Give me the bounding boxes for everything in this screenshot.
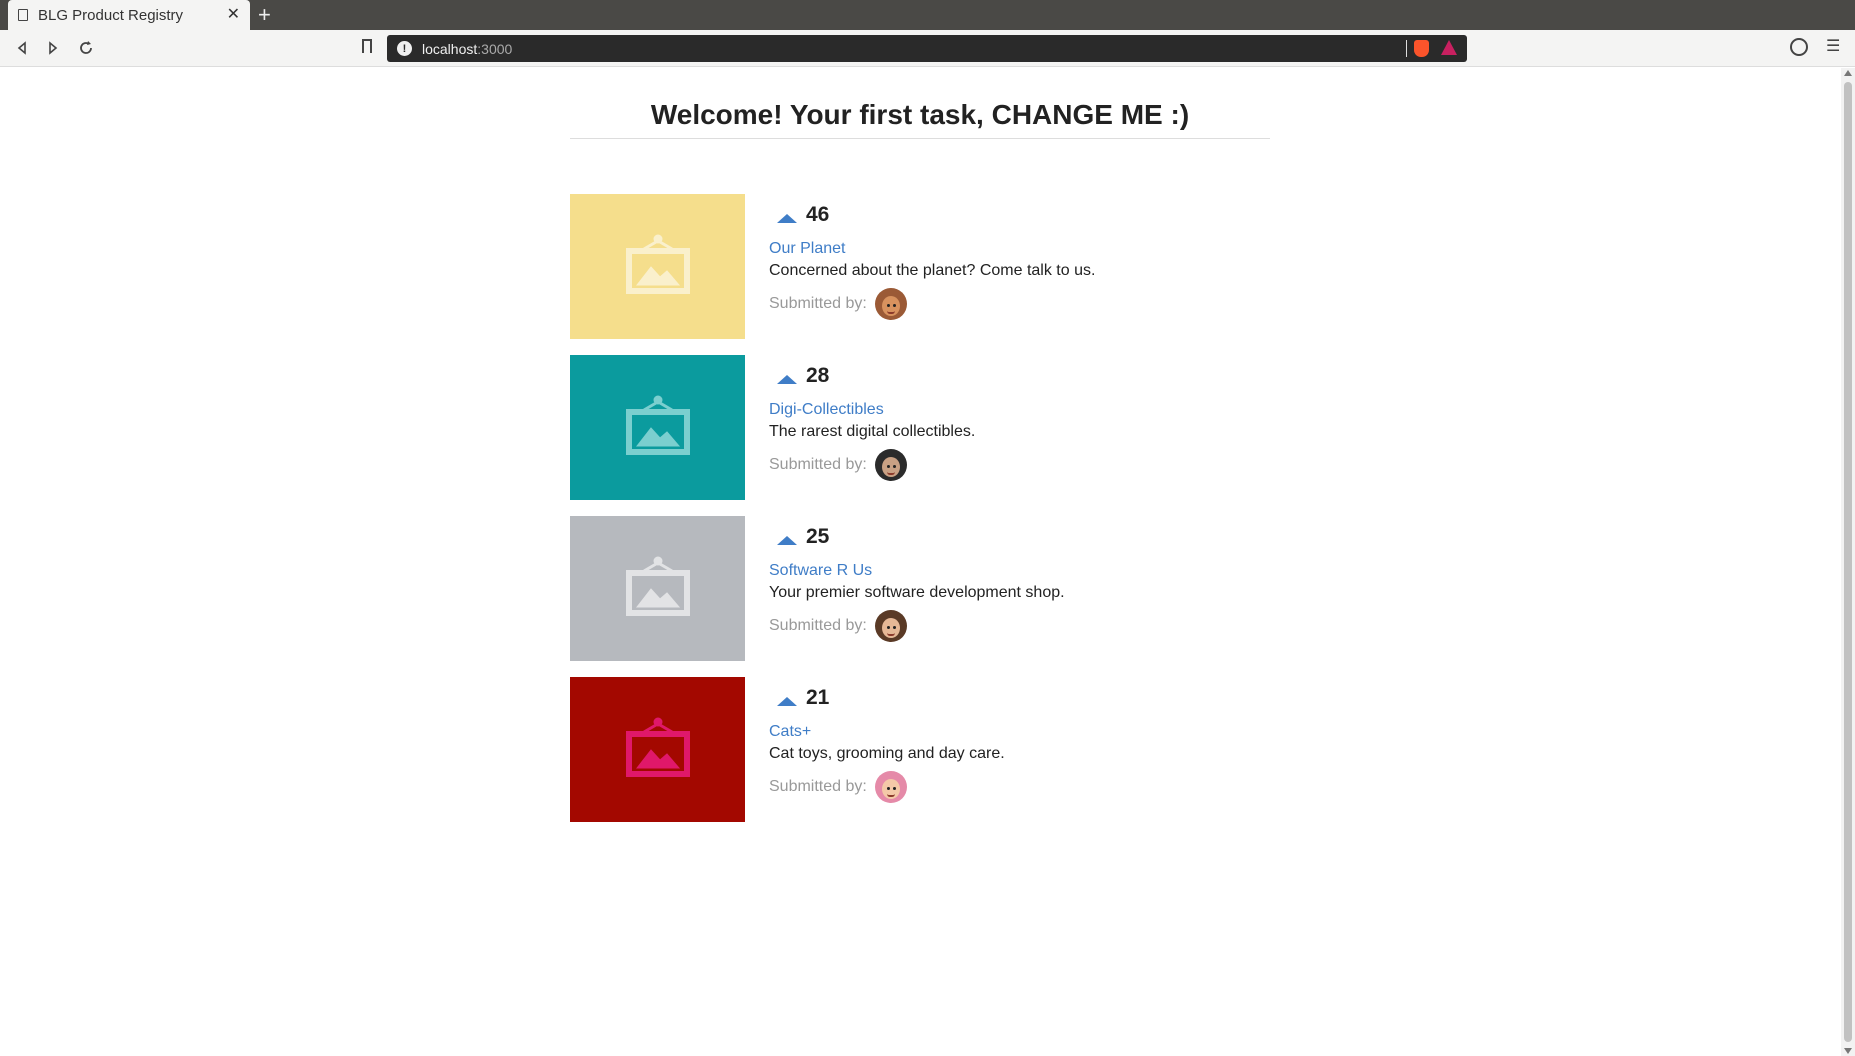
submitted-by: Submitted by: (769, 771, 1005, 803)
product-details: 21 Cats+ Cat toys, grooming and day care… (769, 677, 1005, 822)
bookmark-icon[interactable] (362, 39, 372, 53)
vote-count: 46 (806, 203, 830, 226)
upvote-icon[interactable] (777, 374, 797, 384)
avatar-eye (886, 304, 890, 307)
product-list: 46 Our Planet Concerned about the planet… (570, 194, 1270, 822)
vote-row: 46 (769, 202, 1095, 228)
product-link[interactable]: Software R Us (769, 562, 1065, 580)
vote-count: 25 (806, 525, 830, 548)
product-image (570, 194, 745, 339)
avatar-eye (886, 626, 890, 629)
page-icon (18, 9, 28, 21)
product-image (570, 516, 745, 661)
submitted-by-label: Submitted by: (769, 456, 867, 473)
avatar (874, 288, 907, 320)
product-description: Cat toys, grooming and day care. (769, 745, 1005, 762)
vote-row: 25 (769, 524, 1065, 550)
menu-icon[interactable]: ☰ (1826, 39, 1840, 55)
avatar (874, 771, 907, 803)
product-item: 25 Software R Us Your premier software d… (570, 516, 1270, 661)
submitted-by-label: Submitted by: (769, 778, 867, 795)
image-placeholder-icon (625, 395, 690, 455)
submitted-by-label: Submitted by: (769, 295, 867, 312)
product-image (570, 355, 745, 500)
product-details: 28 Digi-Collectibles The rarest digital … (769, 355, 975, 500)
back-icon (17, 41, 26, 55)
upvote-icon[interactable] (777, 696, 797, 706)
back-button[interactable] (10, 37, 34, 59)
reload-icon (80, 41, 92, 54)
scroll-down-icon[interactable] (1844, 1048, 1852, 1054)
brave-rewards-icon[interactable] (1441, 40, 1457, 55)
browser-tab-bar: BLG Product Registry ✕ + (0, 0, 1855, 30)
avatar (874, 449, 907, 481)
scrollbar-thumb[interactable] (1844, 82, 1852, 1042)
upvote-icon[interactable] (777, 535, 797, 545)
avatar-eye (892, 465, 896, 468)
product-link[interactable]: Digi-Collectibles (769, 401, 975, 419)
page-content: Welcome! Your first task, CHANGE ME :) 4… (570, 68, 1270, 838)
product-image (570, 677, 745, 822)
vote-count: 28 (806, 364, 830, 387)
vote-count: 21 (806, 686, 830, 709)
forward-button[interactable] (41, 37, 65, 59)
submitted-by: Submitted by: (769, 449, 975, 481)
submitted-by: Submitted by: (769, 288, 1095, 320)
submitted-by-label: Submitted by: (769, 617, 867, 634)
avatar-eye (886, 465, 890, 468)
close-tab-icon[interactable]: ✕ (227, 7, 240, 23)
url-port: :3000 (477, 40, 513, 57)
tab-title: BLG Product Registry (38, 6, 184, 24)
page-scrollbar[interactable] (1841, 68, 1855, 1056)
page-title: Welcome! Your first task, CHANGE ME :) (570, 68, 1270, 139)
avatar-eye (892, 304, 896, 307)
avatar-eye (886, 787, 890, 790)
product-item: 28 Digi-Collectibles The rarest digital … (570, 355, 1270, 500)
product-item: 21 Cats+ Cat toys, grooming and day care… (570, 677, 1270, 822)
product-link[interactable]: Cats+ (769, 723, 1005, 741)
image-placeholder-icon (625, 717, 690, 777)
product-description: Concerned about the planet? Come talk to… (769, 262, 1096, 279)
product-description: Your premier software development shop. (769, 584, 1065, 601)
reload-button[interactable] (74, 37, 98, 59)
product-link[interactable]: Our Planet (769, 240, 1095, 258)
brave-shields-icon[interactable] (1414, 40, 1429, 57)
address-bar[interactable]: ! localhost :3000 (387, 35, 1467, 62)
avatar-eye (892, 787, 896, 790)
image-placeholder-icon (625, 234, 690, 294)
scroll-up-icon[interactable] (1844, 70, 1852, 76)
site-info-icon[interactable]: ! (397, 41, 412, 56)
vote-row: 21 (769, 685, 1005, 711)
url-separator (1406, 40, 1407, 57)
avatar (874, 610, 907, 642)
product-description: The rarest digital collectibles. (769, 423, 976, 440)
image-placeholder-icon (625, 556, 690, 616)
forward-icon (49, 41, 58, 55)
product-item: 46 Our Planet Concerned about the planet… (570, 194, 1270, 339)
account-icon[interactable] (1790, 38, 1808, 56)
avatar-eye (892, 626, 896, 629)
new-tab-button[interactable]: + (258, 3, 271, 27)
product-details: 25 Software R Us Your premier software d… (769, 516, 1065, 661)
vote-row: 28 (769, 363, 975, 389)
url-host: localhost (422, 40, 478, 57)
product-details: 46 Our Planet Concerned about the planet… (769, 194, 1095, 339)
browser-tab[interactable]: BLG Product Registry ✕ (8, 0, 250, 30)
submitted-by: Submitted by: (769, 610, 1065, 642)
browser-toolbar: ! localhost :3000 ☰ (0, 30, 1855, 67)
upvote-icon[interactable] (777, 213, 797, 223)
